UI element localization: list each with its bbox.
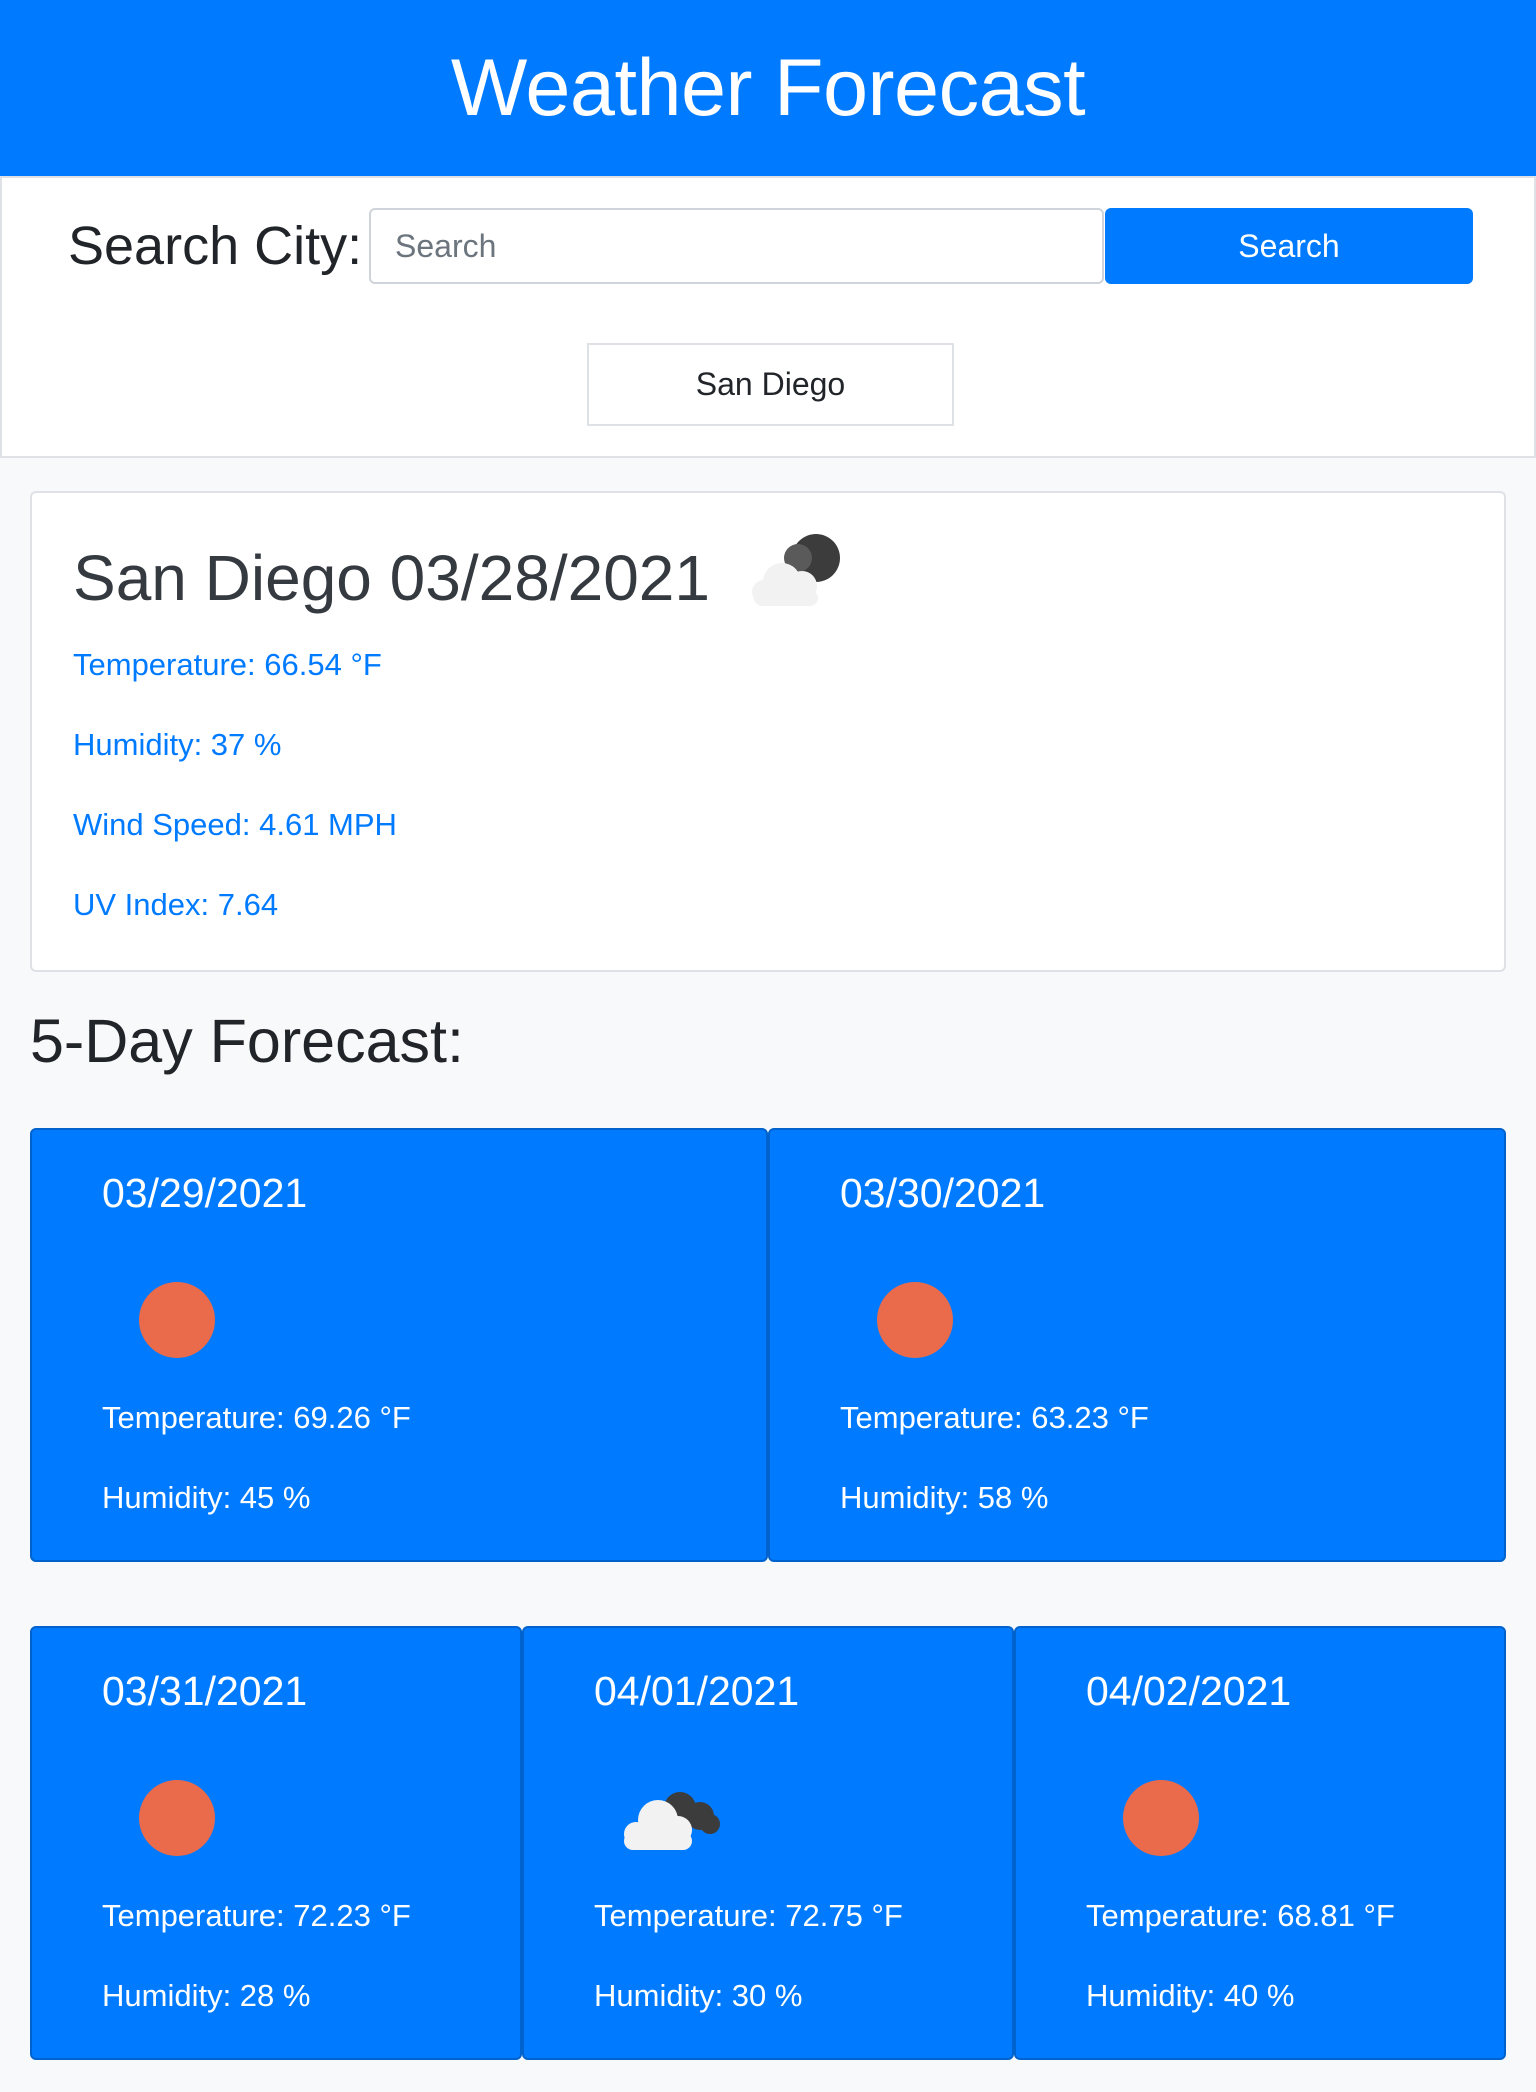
forecast-day-card: 04/02/2021 Temperature: 68.81 °F Humidit… [1014,1626,1506,2060]
forecast-temperature: Temperature: 69.26 °F [102,1400,411,1435]
forecast-temperature: Temperature: 63.23 °F [840,1400,1149,1435]
forecast-temperature: Temperature: 68.81 °F [1086,1898,1395,1933]
current-temperature: Temperature: 66.54 °F [73,647,382,682]
forecast-humidity: Humidity: 45 % [102,1480,311,1515]
forecast-date: 04/01/2021 [594,1668,800,1714]
current-city-date: San Diego 03/28/2021 [73,542,710,614]
forecast-humidity: Humidity: 40 % [1086,1978,1295,2013]
forecast-heading: 5-Day Forecast: [30,1007,464,1075]
search-label: Search City: [68,216,363,276]
page-title: Weather Forecast [450,42,1086,133]
cloud-icon [624,1792,720,1850]
forecast-day-card: 03/30/2021 Temperature: 63.23 °F Humidit… [768,1128,1506,1562]
forecast-humidity: Humidity: 30 % [594,1978,803,2013]
forecast-date: 03/30/2021 [840,1170,1046,1216]
current-weather-card: San Diego 03/28/2021 Temperature: 66.54 … [30,491,1506,972]
search-input[interactable] [369,208,1104,284]
app-header: Weather Forecast [0,0,1536,176]
forecast-temperature: Temperature: 72.23 °F [102,1898,411,1933]
sun-icon [139,1282,215,1358]
sun-icon [877,1282,953,1358]
forecast-day-card: 04/01/2021 Temperature: 72.75 °F Humidit… [522,1626,1014,2060]
forecast-temperature: Temperature: 72.75 °F [594,1898,903,1933]
forecast-date: 04/02/2021 [1086,1668,1292,1714]
forecast-day-card: 03/31/2021 Temperature: 72.23 °F Humidit… [30,1626,522,2060]
cloud-moon-icon [752,534,840,606]
forecast-day-card: 03/29/2021 Temperature: 69.26 °F Humidit… [30,1128,768,1562]
forecast-humidity: Humidity: 58 % [840,1480,1049,1515]
current-humidity: Humidity: 37 % [73,727,282,762]
current-wind-speed: Wind Speed: 4.61 MPH [73,807,397,842]
sun-icon [1123,1780,1199,1856]
search-panel: Search City: Search San Diego [0,176,1536,458]
current-uv-index: UV Index: 7.64 [73,887,279,922]
forecast-humidity: Humidity: 28 % [102,1978,311,2013]
search-button[interactable]: Search [1105,208,1473,284]
sun-icon [139,1780,215,1856]
forecast-date: 03/29/2021 [102,1170,308,1216]
history-city-button[interactable]: San Diego [587,343,954,426]
forecast-date: 03/31/2021 [102,1668,308,1714]
